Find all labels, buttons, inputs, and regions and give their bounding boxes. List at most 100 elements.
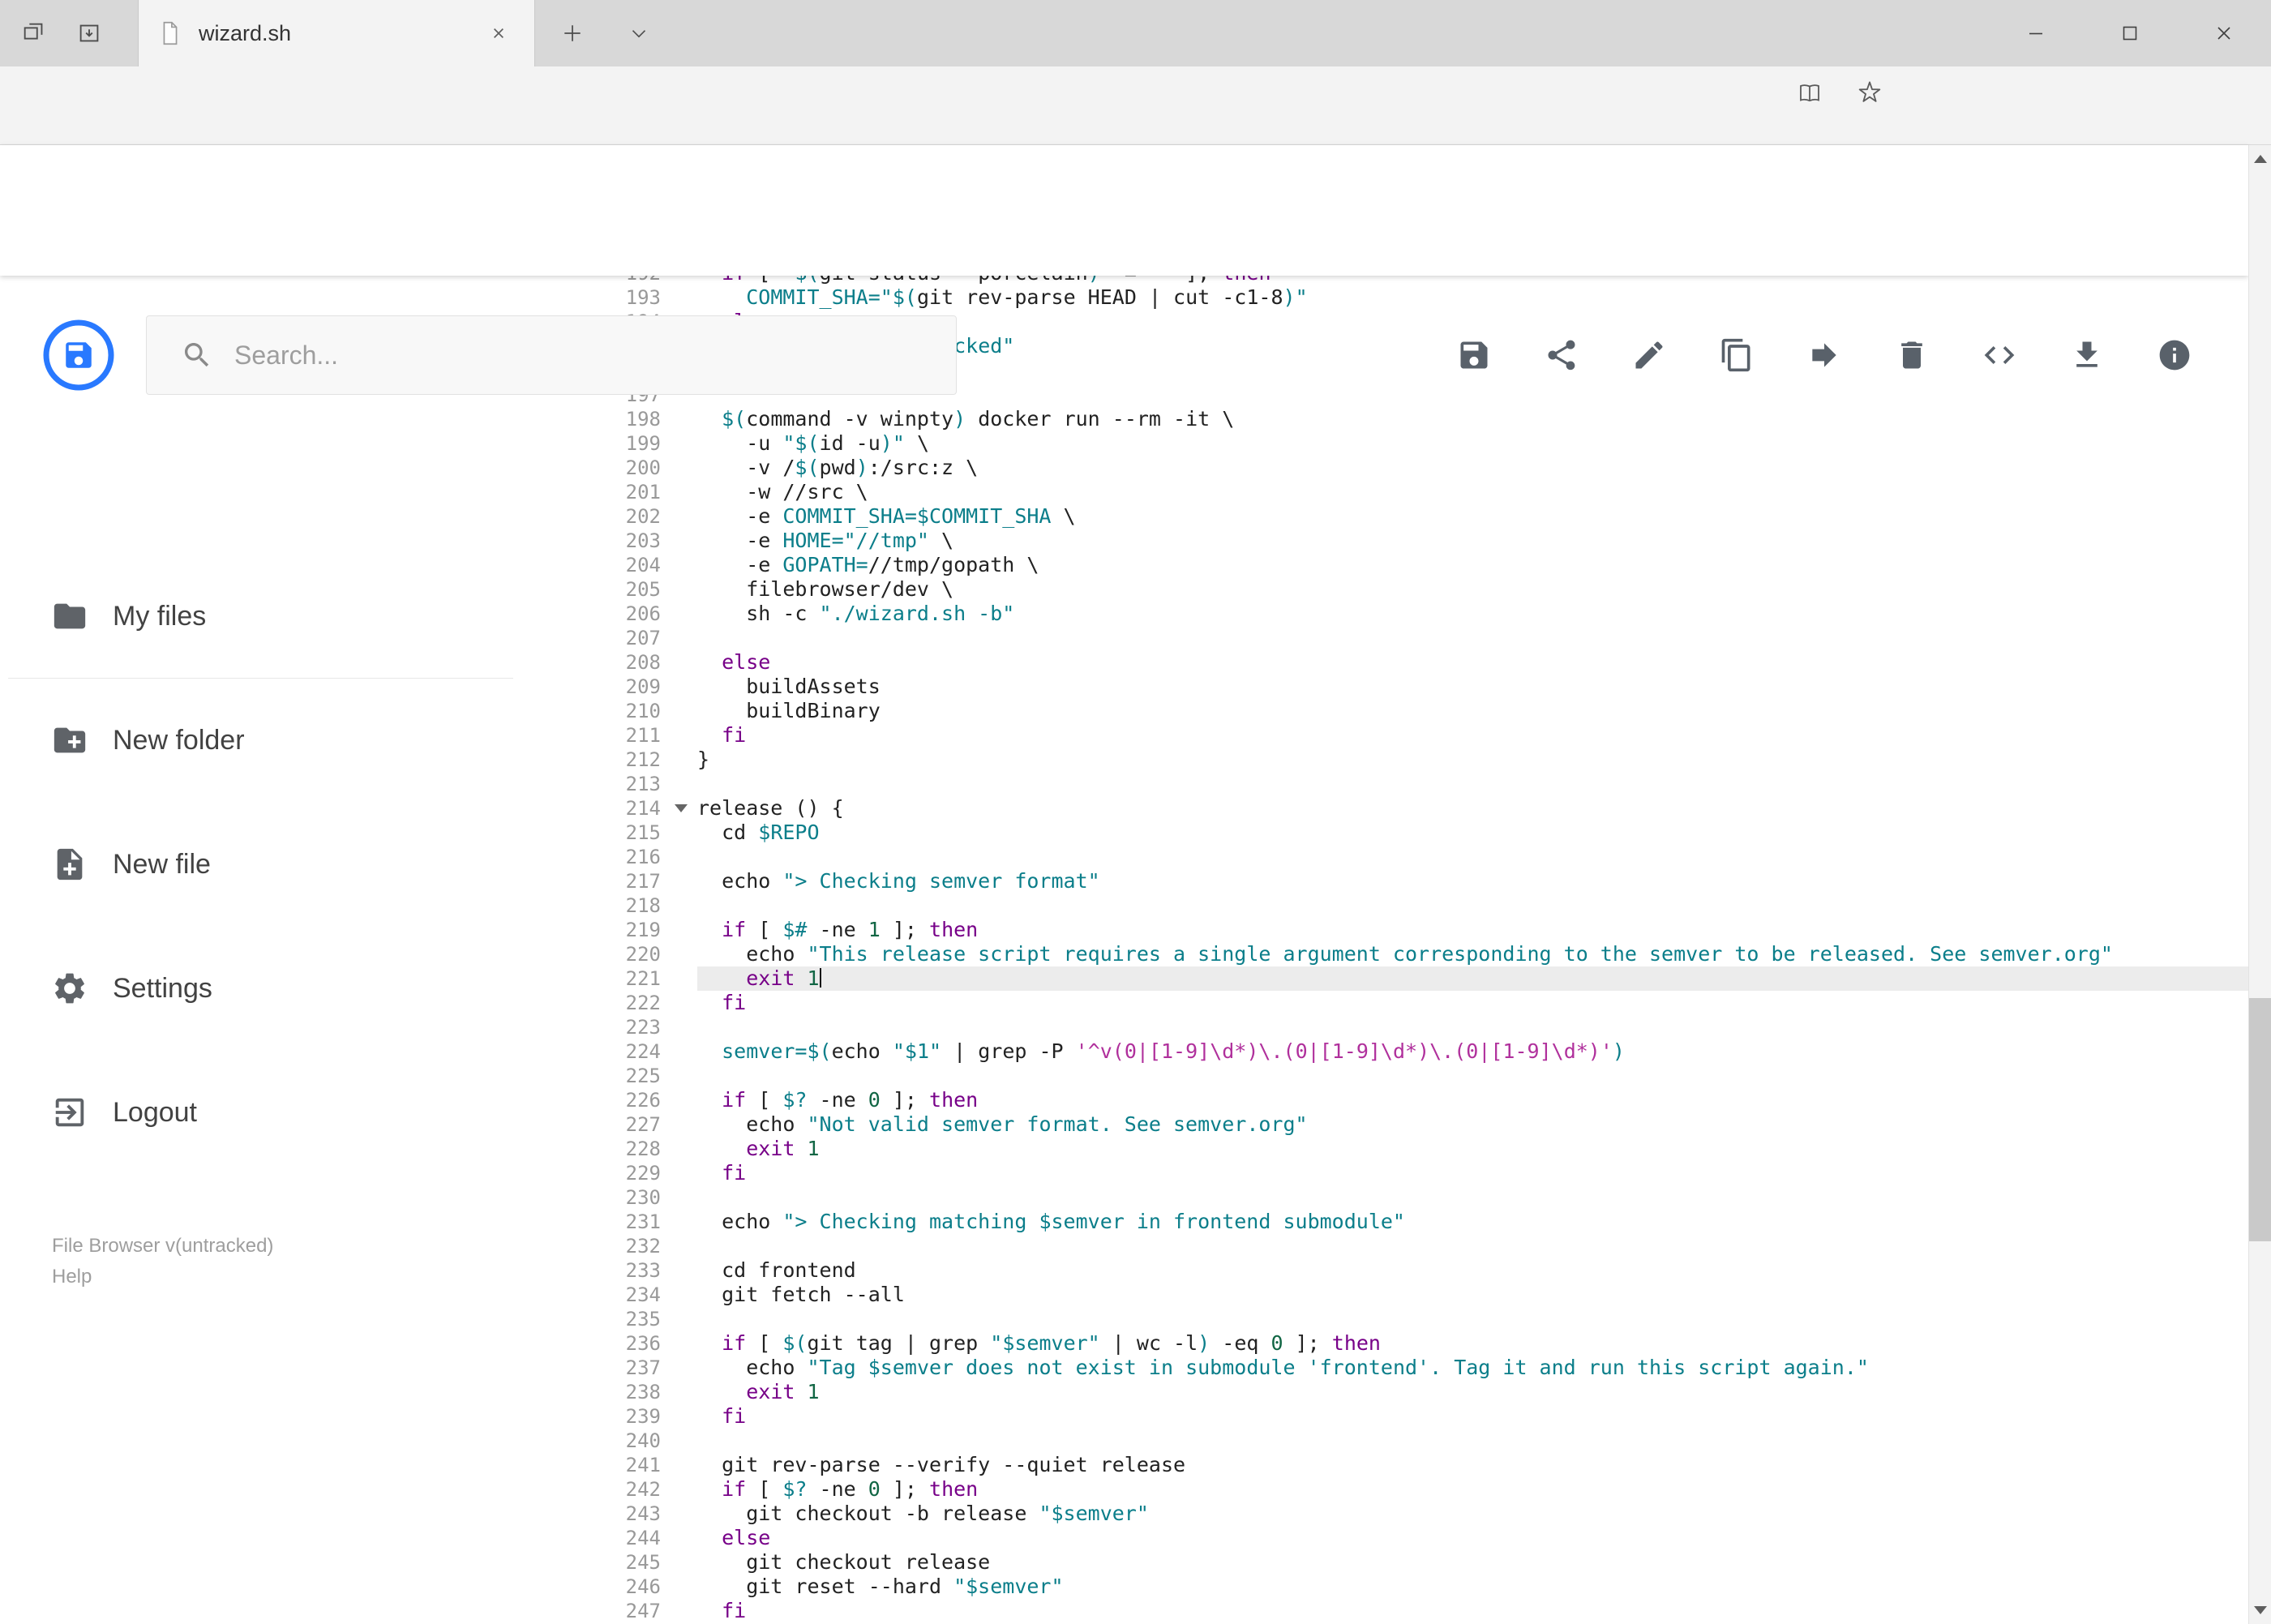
help-link[interactable]: Help [52,1262,273,1292]
code-line[interactable]: 211 fi [521,723,2248,748]
code-text[interactable]: -w //src \ [697,480,2248,504]
edit-button[interactable] [1631,337,1667,373]
code-text[interactable]: release () { [697,796,2248,821]
code-line[interactable]: 229 fi [521,1161,2248,1185]
code-text[interactable]: echo "> Checking matching $semver in fro… [697,1210,2248,1234]
code-line[interactable]: 206 sh -c "./wizard.sh -b" [521,602,2248,626]
code-text[interactable]: if [ $? -ne 0 ]; then [697,1088,2248,1112]
code-line[interactable]: 199 -u "$(id -u)" \ [521,431,2248,456]
code-line[interactable]: 220 echo "This release script requires a… [521,942,2248,966]
code-text[interactable]: echo "This release script requires a sin… [697,942,2248,966]
code-line[interactable]: 218 [521,893,2248,918]
code-text[interactable]: exit 1 [697,1380,2248,1404]
code-line[interactable]: 205 filebrowser/dev \ [521,577,2248,602]
scrollbar-thumb[interactable] [2249,998,2271,1241]
code-line[interactable]: 246 git reset --hard "$semver" [521,1575,2248,1599]
code-text[interactable]: else [697,1526,2248,1550]
code-line[interactable]: 230 [521,1185,2248,1210]
code-editor[interactable]: 192 if [ "$(git status --porcelain)" = "… [521,276,2248,1624]
code-text[interactable] [697,1307,2248,1331]
code-text[interactable] [697,1429,2248,1453]
scroll-down-arrow-icon[interactable] [2254,1606,2267,1614]
code-text[interactable] [697,893,2248,918]
code-line[interactable]: 231 echo "> Checking matching $semver in… [521,1210,2248,1234]
code-line[interactable]: 232 [521,1234,2248,1258]
code-line[interactable]: 198 $(command -v winpty) docker run --rm… [521,407,2248,431]
code-text[interactable]: echo "Not valid semver format. See semve… [697,1112,2248,1137]
minimize-button[interactable] [1989,0,2083,66]
code-text[interactable]: echo "Tag $semver does not exist in subm… [697,1356,2248,1380]
code-line[interactable]: 200 -v /$(pwd):/src:z \ [521,456,2248,480]
code-line[interactable]: 215 cd $REPO [521,821,2248,845]
code-text[interactable]: cd $REPO [697,821,2248,845]
code-text[interactable]: exit 1 [697,1137,2248,1161]
sidebar-item-my-files[interactable]: My files [0,572,521,661]
code-line[interactable]: 245 git checkout release [521,1550,2248,1575]
code-text[interactable]: git rev-parse --verify --quiet release [697,1453,2248,1477]
new-tab-button[interactable] [548,0,597,66]
sidebar-item-settings[interactable]: Settings [0,944,521,1033]
code-line[interactable]: 247 fi [521,1599,2248,1623]
close-window-button[interactable] [2177,0,2271,66]
code-line[interactable]: 224 semver=$(echo "$1" | grep -P '^v(0|[… [521,1039,2248,1064]
code-text[interactable]: -u "$(id -u)" \ [697,431,2248,456]
code-text[interactable]: fi [697,723,2248,748]
info-button[interactable] [2157,337,2192,373]
code-text[interactable] [697,1185,2248,1210]
code-line[interactable]: 209 buildAssets [521,675,2248,699]
code-line[interactable]: 226 if [ $? -ne 0 ]; then [521,1088,2248,1112]
code-text[interactable]: fi [697,1404,2248,1429]
sidebar-item-new-file[interactable]: New file [0,820,521,909]
code-line[interactable]: 201 -w //src \ [521,480,2248,504]
share-button[interactable] [1544,337,1579,373]
code-text[interactable]: buildBinary [697,699,2248,723]
code-text[interactable] [697,845,2248,869]
move-button[interactable] [1806,337,1842,373]
set-tabs-aside-button[interactable] [65,0,114,66]
code-line[interactable]: 217 echo "> Checking semver format" [521,869,2248,893]
save-button[interactable] [1456,337,1492,373]
code-text[interactable]: fi [697,1599,2248,1623]
code-line[interactable]: 236 if [ $(git tag | grep "$semver" | wc… [521,1331,2248,1356]
sidebar-item-logout[interactable]: Logout [0,1068,521,1157]
code-line[interactable]: 219 if [ $# -ne 1 ]; then [521,918,2248,942]
code-text[interactable]: git reset --hard "$semver" [697,1575,2248,1599]
code-text[interactable] [697,1015,2248,1039]
code-text[interactable]: filebrowser/dev \ [697,577,2248,602]
code-text[interactable]: COMMIT_SHA="$(git rev-parse HEAD | cut -… [697,285,2248,310]
fold-arrow-icon[interactable] [675,804,688,812]
code-text[interactable]: exit 1 [697,966,2248,991]
code-text[interactable]: fi [697,991,2248,1015]
tab-preview-chevron-button[interactable] [615,0,663,66]
code-line[interactable]: 216 [521,845,2248,869]
code-text[interactable]: git checkout release [697,1550,2248,1575]
code-line[interactable]: 227 echo "Not valid semver format. See s… [521,1112,2248,1137]
code-text[interactable]: sh -c "./wizard.sh -b" [697,602,2248,626]
copy-button[interactable] [1719,337,1755,373]
code-line[interactable]: 222 fi [521,991,2248,1015]
code-line[interactable]: 208 else [521,650,2248,675]
scroll-up-arrow-icon[interactable] [2254,155,2267,163]
code-text[interactable]: } [697,748,2248,772]
code-line[interactable]: 233 cd frontend [521,1258,2248,1283]
code-line[interactable]: 213 [521,772,2248,796]
code-text[interactable]: if [ $? -ne 0 ]; then [697,1477,2248,1502]
favorite-star-button[interactable] [1852,77,1888,109]
code-text[interactable]: -v /$(pwd):/src:z \ [697,456,2248,480]
code-text[interactable] [697,626,2248,650]
code-line[interactable]: 212} [521,748,2248,772]
delete-button[interactable] [1894,337,1930,373]
code-text[interactable] [697,772,2248,796]
code-text[interactable]: $(command -v winpty) docker run --rm -it… [697,407,2248,431]
code-text[interactable]: git fetch --all [697,1283,2248,1307]
code-line[interactable]: 228 exit 1 [521,1137,2248,1161]
tab-close-button[interactable] [481,15,516,51]
code-line[interactable]: 238 exit 1 [521,1380,2248,1404]
code-text[interactable]: echo "> Checking semver format" [697,869,2248,893]
tabs-set-aside-button[interactable] [10,0,58,66]
code-text[interactable]: fi [697,1161,2248,1185]
code-text[interactable]: semver=$(echo "$1" | grep -P '^v(0|[1-9]… [697,1039,2248,1064]
code-text[interactable]: if [ $(git tag | grep "$semver" | wc -l)… [697,1331,2248,1356]
sidebar-item-new-folder[interactable]: New folder [0,696,521,785]
code-text[interactable]: -e HOME="//tmp" \ [697,529,2248,553]
